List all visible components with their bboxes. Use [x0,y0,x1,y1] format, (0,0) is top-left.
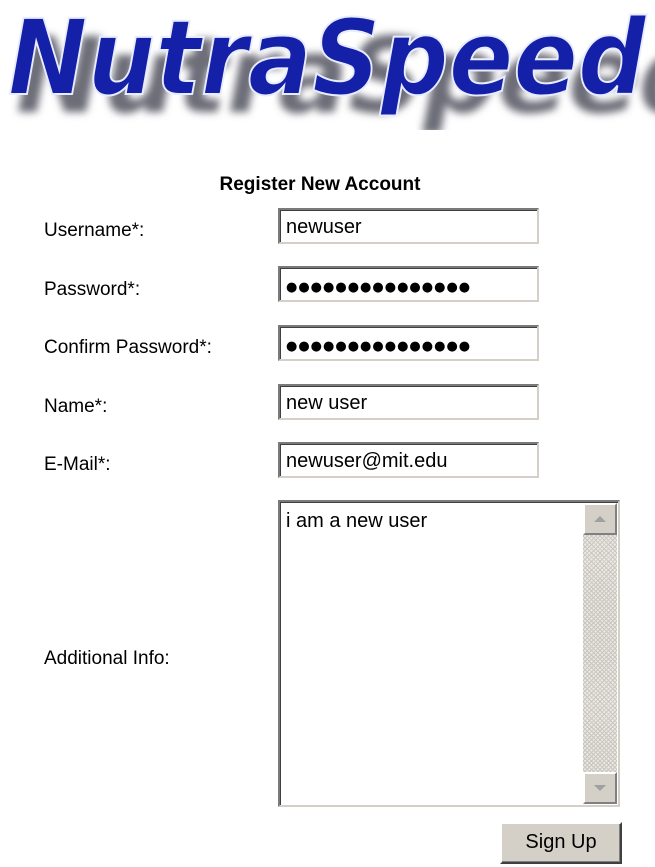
username-input[interactable]: newuser [278,208,539,244]
arrow-up-icon [594,516,606,522]
name-label: Name*: [44,396,108,417]
password-input[interactable]: ●●●●●●●●●●●●●●● [278,266,539,302]
email-input[interactable]: newuser@mit.edu [278,442,539,478]
additional-info-text: i am a new user [286,510,428,532]
nutraspeed-logo: NutraSpeed NutraSpeed [0,0,655,130]
confirm-password-input[interactable]: ●●●●●●●●●●●●●●● [278,325,539,361]
additional-info-textarea[interactable]: i am a new user [278,500,620,807]
sign-up-button[interactable]: Sign Up [500,822,622,864]
scroll-up-button[interactable] [583,503,617,535]
email-label: E-Mail*: [44,454,111,475]
confirm-password-label: Confirm Password*: [44,337,212,358]
name-input[interactable]: new user [278,384,539,420]
registration-page: NutraSpeed NutraSpeed Register New Accou… [0,0,655,867]
username-label: Username*: [44,220,145,241]
arrow-down-icon [594,785,606,791]
textarea-scrollbar[interactable] [583,503,617,804]
logo-text: NutraSpeed [8,0,647,119]
form-title: Register New Account [219,174,421,195]
additional-info-label: Additional Info: [44,648,170,669]
password-label: Password*: [44,279,141,300]
scroll-down-button[interactable] [583,772,617,804]
